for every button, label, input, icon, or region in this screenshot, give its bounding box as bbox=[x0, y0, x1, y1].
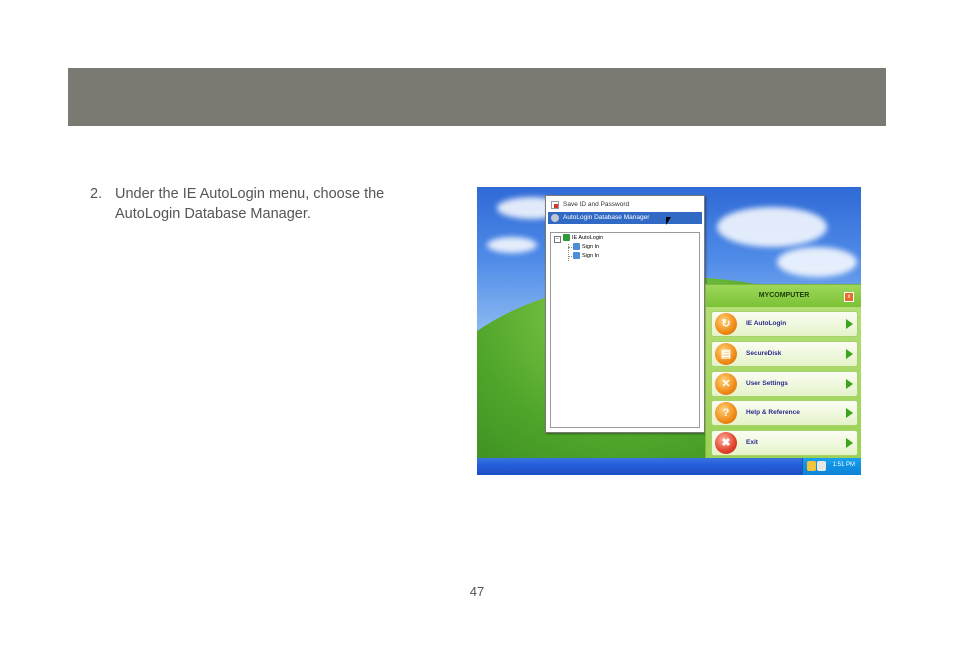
exit-button[interactable]: ✖ Exit bbox=[711, 430, 858, 456]
arrow-right-icon bbox=[846, 319, 853, 329]
screenshot-figure: Save ID and Password AutoLogin Database … bbox=[477, 187, 861, 475]
ie-autologin-button[interactable]: ↻ IE AutoLogin bbox=[711, 311, 858, 337]
database-icon bbox=[551, 214, 559, 222]
tray-network-icon[interactable] bbox=[807, 461, 816, 471]
mycomputer-title: MYCOMPUTER bbox=[706, 285, 861, 307]
securedisk-button[interactable]: ▤ SecureDisk bbox=[711, 341, 858, 367]
cloud bbox=[777, 247, 857, 277]
sign-in-icon bbox=[573, 243, 580, 251]
button-label: SecureDisk bbox=[746, 350, 782, 357]
button-label: IE AutoLogin bbox=[746, 320, 787, 327]
menu-item-label: Save ID and Password bbox=[563, 201, 630, 208]
arrow-right-icon bbox=[846, 408, 853, 418]
step-number: 2. bbox=[90, 186, 103, 202]
exit-icon: ✖ bbox=[715, 432, 737, 454]
button-label: Help & Reference bbox=[746, 409, 800, 416]
taskbar: 1:51 PM bbox=[477, 458, 861, 475]
button-label: User Settings bbox=[746, 380, 788, 387]
ie-autologin-icon bbox=[563, 234, 570, 242]
autologin-tree: − IE AutoLogin Sign In Sign In bbox=[550, 232, 700, 428]
menu-item-save-id[interactable]: Save ID and Password bbox=[548, 199, 702, 211]
collapse-icon[interactable]: − bbox=[554, 236, 561, 243]
arrow-right-icon bbox=[846, 349, 853, 359]
sign-in-icon bbox=[573, 252, 580, 260]
header-bar bbox=[68, 68, 886, 126]
folder-icon: ▤ bbox=[715, 343, 737, 365]
tree-item-sign-in[interactable]: Sign In bbox=[573, 252, 599, 261]
tools-icon: ✕ bbox=[715, 373, 737, 395]
autologin-menu-window: Save ID and Password AutoLogin Database … bbox=[545, 195, 705, 433]
system-tray: 1:51 PM bbox=[802, 458, 861, 475]
step-text: Under the IE AutoLogin menu, choose the … bbox=[115, 186, 385, 222]
tree-item-sign-in[interactable]: Sign In bbox=[573, 243, 599, 252]
menu-item-label: AutoLogin Database Manager bbox=[563, 214, 650, 221]
button-label: Exit bbox=[746, 439, 758, 446]
tray-app-icon[interactable] bbox=[817, 461, 826, 471]
cloud bbox=[487, 237, 537, 253]
tree-item-label: Sign In bbox=[582, 253, 600, 259]
ie-autologin-icon: ↻ bbox=[715, 313, 737, 335]
taskbar-clock: 1:51 PM bbox=[832, 462, 855, 468]
close-icon[interactable]: x bbox=[844, 292, 854, 302]
mycomputer-panel: MYCOMPUTER x ↻ IE AutoLogin ▤ SecureDisk… bbox=[705, 284, 861, 462]
cloud bbox=[717, 207, 827, 247]
help-reference-button[interactable]: ? Help & Reference bbox=[711, 400, 858, 426]
user-settings-button[interactable]: ✕ User Settings bbox=[711, 371, 858, 397]
mouse-cursor-icon bbox=[666, 217, 671, 225]
tree-root[interactable]: IE AutoLogin bbox=[563, 234, 603, 243]
tree-root-label: IE AutoLogin bbox=[572, 235, 604, 241]
arrow-right-icon bbox=[846, 438, 853, 448]
document-key-icon bbox=[551, 201, 559, 209]
help-icon: ? bbox=[715, 402, 737, 424]
menu-item-database-manager[interactable]: AutoLogin Database Manager bbox=[548, 212, 702, 224]
arrow-right-icon bbox=[846, 379, 853, 389]
tree-item-label: Sign In bbox=[582, 244, 600, 250]
page-number: 47 bbox=[469, 584, 485, 599]
